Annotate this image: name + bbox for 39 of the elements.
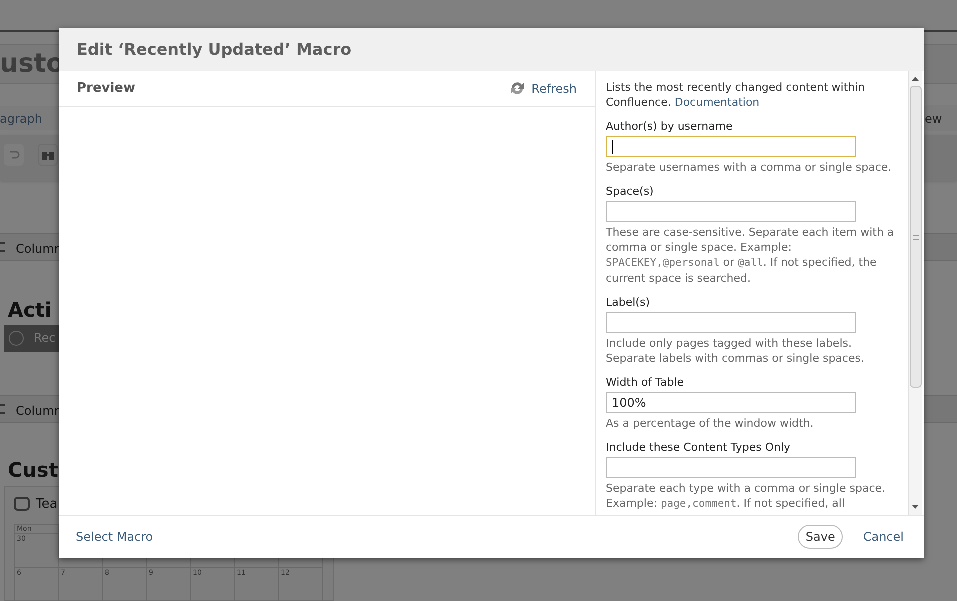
refresh-button[interactable]: Refresh [508, 80, 577, 98]
documentation-link[interactable]: Documentation [674, 96, 760, 109]
scroll-up-icon[interactable] [912, 77, 919, 81]
refresh-icon [508, 81, 526, 96]
calendar-icon [14, 497, 30, 511]
field-label: Label(s) [606, 295, 651, 310]
scrollbar[interactable] [908, 71, 922, 515]
field-label: Space(s) [606, 184, 655, 199]
scroll-down-icon[interactable] [912, 505, 919, 509]
select-macro-link[interactable]: Select Macro [76, 528, 154, 546]
redo-icon [4, 144, 24, 166]
field-label: Author(s) by username [606, 119, 734, 134]
help-text: Include only pages tagged with these labels. Separate labels with commas or single spaces. [606, 336, 866, 366]
scrollbar-thumb[interactable] [910, 86, 922, 388]
clock-icon [9, 331, 24, 346]
input-field[interactable]: 100% [606, 392, 856, 413]
columns-icon [0, 404, 5, 414]
section-heading: Acti [8, 297, 52, 324]
input-field[interactable] [606, 457, 856, 478]
input-field[interactable] [606, 312, 856, 333]
preview-label: Preview [77, 80, 136, 98]
calendar-title: Tea [36, 496, 58, 514]
field-label: Include these Content Types Only [606, 440, 792, 455]
help-text: Separate usernames with a comma or single space. [606, 160, 893, 175]
dialog-title: Edit ‘Recently Updated’ Macro [77, 38, 352, 60]
help-text: These are case-sensitive. Separate each item with a comma or single space. Example: SPACEKEY,@personal or @all. If not specified, the current space is searched. [606, 225, 896, 286]
binoculars-icon [38, 144, 58, 166]
button-fragment: ew [925, 111, 942, 128]
input-field[interactable] [606, 136, 856, 157]
save-button[interactable]: Save [798, 525, 844, 549]
toolbar-label: agraph [0, 111, 42, 128]
cancel-link[interactable]: Cancel [863, 528, 904, 546]
macro-description: Lists the most recently changed content within Confluence. Documentation [606, 80, 866, 110]
help-text: Separate each type with a comma or single space. Example: page,comment. If not specified, all [606, 481, 887, 512]
input-field[interactable] [606, 201, 856, 222]
help-text: As a percentage of the window width. [606, 416, 815, 431]
columns-icon [0, 242, 5, 252]
section-heading: Cust [8, 457, 58, 484]
field-label: Width of Table [606, 375, 685, 390]
